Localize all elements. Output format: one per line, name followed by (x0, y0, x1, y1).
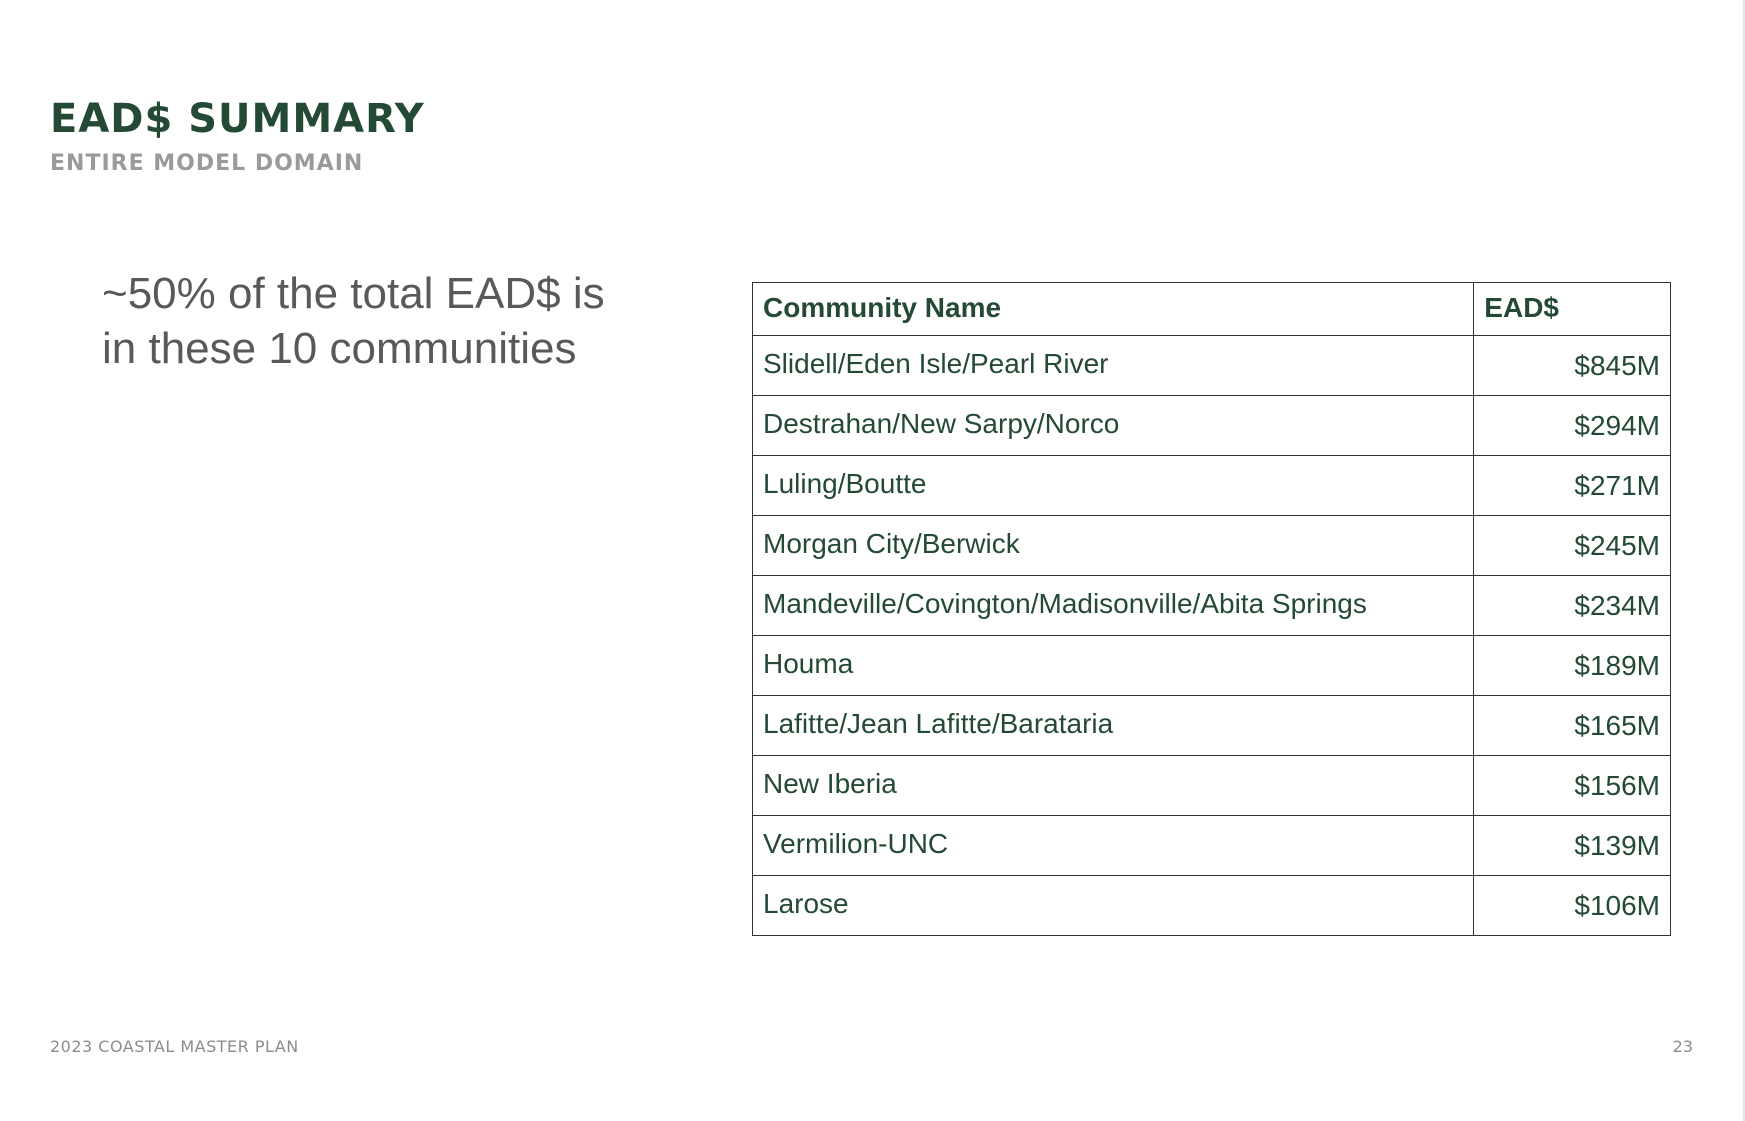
table-row: Mandeville/Covington/Madisonville/Abita … (751, 575, 1671, 636)
slide-subtitle: ENTIRE MODEL DOMAIN (50, 151, 364, 176)
community-cell: Luling/Boutte (751, 455, 1475, 516)
ead-cell: $165M (1473, 695, 1671, 756)
slide-title: EAD$ SUMMARY (50, 96, 425, 142)
table-row: Destrahan/New Sarpy/Norco $294M (751, 395, 1671, 456)
footer-plan-label: 2023 COASTAL MASTER PLAN (50, 1037, 299, 1056)
header-ead: EAD$ (1473, 282, 1671, 336)
table-row: Morgan City/Berwick $245M (751, 515, 1671, 576)
callout-line-2: in these 10 communities (102, 324, 577, 373)
table-row: Houma $189M (751, 635, 1671, 696)
header-community-name: Community Name (751, 282, 1475, 336)
table-row: Vermilion-UNC $139M (751, 815, 1671, 876)
community-cell: Destrahan/New Sarpy/Norco (751, 395, 1475, 456)
ead-cell: $245M (1473, 515, 1671, 576)
ead-cell: $234M (1473, 575, 1671, 636)
ead-cell: $294M (1473, 395, 1671, 456)
table-row: New Iberia $156M (751, 755, 1671, 816)
table-row: Luling/Boutte $271M (751, 455, 1671, 516)
table-header-row: Community Name EAD$ (751, 282, 1671, 336)
table-row: Lafitte/Jean Lafitte/Barataria $165M (751, 695, 1671, 756)
table-row: Slidell/Eden Isle/Pearl River $845M (751, 335, 1671, 396)
callout-line-1: ~50% of the total EAD$ is (102, 269, 605, 318)
community-cell: Mandeville/Covington/Madisonville/Abita … (751, 575, 1475, 636)
callout-text: ~50% of the total EAD$ is in these 10 co… (102, 266, 702, 376)
community-cell: Morgan City/Berwick (751, 515, 1475, 576)
slide: EAD$ SUMMARY ENTIRE MODEL DOMAIN ~50% of… (0, 0, 1745, 1121)
ead-cell: $845M (1473, 335, 1671, 396)
community-cell: Lafitte/Jean Lafitte/Barataria (751, 695, 1475, 756)
ead-cell: $189M (1473, 635, 1671, 696)
community-cell: Slidell/Eden Isle/Pearl River (751, 335, 1475, 396)
ead-table: Community Name EAD$ Slidell/Eden Isle/Pe… (751, 282, 1671, 936)
ead-cell: $156M (1473, 755, 1671, 816)
page-number: 23 (1672, 1037, 1693, 1056)
community-cell: New Iberia (751, 755, 1475, 816)
ead-cell: $139M (1473, 815, 1671, 876)
community-cell: Houma (751, 635, 1475, 696)
community-cell: Larose (751, 875, 1475, 936)
ead-cell: $106M (1473, 875, 1671, 936)
community-cell: Vermilion-UNC (751, 815, 1475, 876)
table-row: Larose $106M (751, 875, 1671, 936)
ead-cell: $271M (1473, 455, 1671, 516)
